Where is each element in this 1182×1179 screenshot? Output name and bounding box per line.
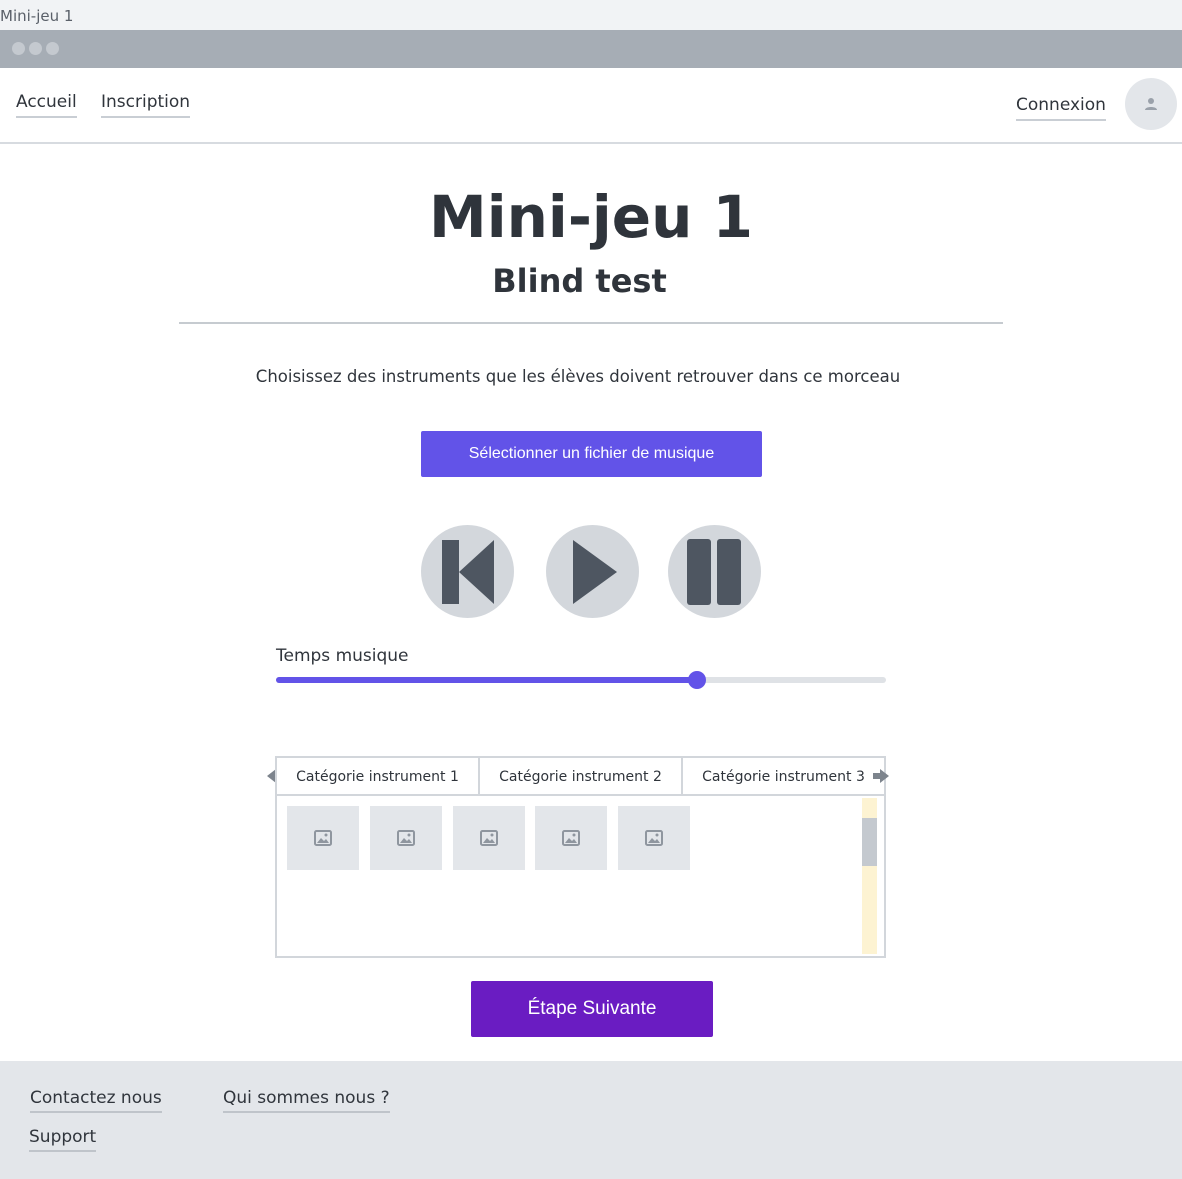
window-title: Mini-jeu 1 <box>0 0 1182 30</box>
tab-category-3[interactable]: Catégorie instrument 3 <box>683 758 884 795</box>
top-nav: Accueil Inscription Connexion <box>0 68 1182 144</box>
image-icon <box>480 830 498 846</box>
window-dot-icon[interactable] <box>46 42 59 55</box>
image-icon <box>645 830 663 846</box>
image-icon <box>562 830 580 846</box>
instrument-item[interactable] <box>370 806 442 870</box>
user-icon <box>1145 98 1157 110</box>
instrument-item[interactable] <box>287 806 359 870</box>
skip-back-button[interactable] <box>421 525 514 618</box>
nav-signup-link[interactable]: Inscription <box>101 92 191 118</box>
scrollbar-handle[interactable] <box>862 818 877 866</box>
image-icon <box>397 830 415 846</box>
page-title: Mini-jeu 1 <box>429 183 753 251</box>
window-controls <box>12 42 59 55</box>
tab-category-2[interactable]: Catégorie instrument 2 <box>480 758 683 795</box>
browser-bar <box>0 30 1182 68</box>
avatar[interactable] <box>1125 78 1177 130</box>
tabs-next-icon[interactable] <box>872 767 890 785</box>
play-icon <box>572 539 617 604</box>
instrument-category-tabs: Catégorie instrument 1 Catégorie instrum… <box>275 756 886 795</box>
play-button[interactable] <box>546 525 639 618</box>
pause-icon <box>686 538 741 605</box>
skip-back-icon <box>441 539 494 604</box>
select-music-file-button[interactable]: Sélectionner un fichier de musique <box>421 431 762 477</box>
title-divider <box>179 322 1003 324</box>
instrument-panel <box>275 794 886 958</box>
tab-category-1[interactable]: Catégorie instrument 1 <box>277 758 480 795</box>
page-subtitle: Blind test <box>492 262 667 300</box>
next-step-button[interactable]: Étape Suivante <box>471 981 713 1037</box>
footer-contact-link[interactable]: Contactez nous <box>30 1088 162 1113</box>
instrument-item[interactable] <box>535 806 607 870</box>
slider-thumb[interactable] <box>687 671 706 689</box>
pause-button[interactable] <box>668 525 761 618</box>
footer-support-link[interactable]: Support <box>29 1127 97 1152</box>
instrument-item[interactable] <box>618 806 690 870</box>
footer: Contactez nous Qui sommes nous ? Support <box>0 1061 1182 1179</box>
instrument-panel-scrollbar[interactable] <box>862 798 877 954</box>
window-dot-icon[interactable] <box>12 42 25 55</box>
nav-login-link[interactable]: Connexion <box>1016 95 1106 121</box>
window-dot-icon[interactable] <box>29 42 42 55</box>
slider-fill <box>276 677 697 683</box>
instrument-item[interactable] <box>453 806 525 870</box>
instructions-text: Choisissez des instruments que les élève… <box>255 367 901 386</box>
music-time-slider[interactable] <box>276 671 886 689</box>
footer-about-link[interactable]: Qui sommes nous ? <box>223 1088 390 1113</box>
nav-home-link[interactable]: Accueil <box>16 92 77 118</box>
music-time-label: Temps musique <box>276 646 409 666</box>
image-icon <box>314 830 332 846</box>
